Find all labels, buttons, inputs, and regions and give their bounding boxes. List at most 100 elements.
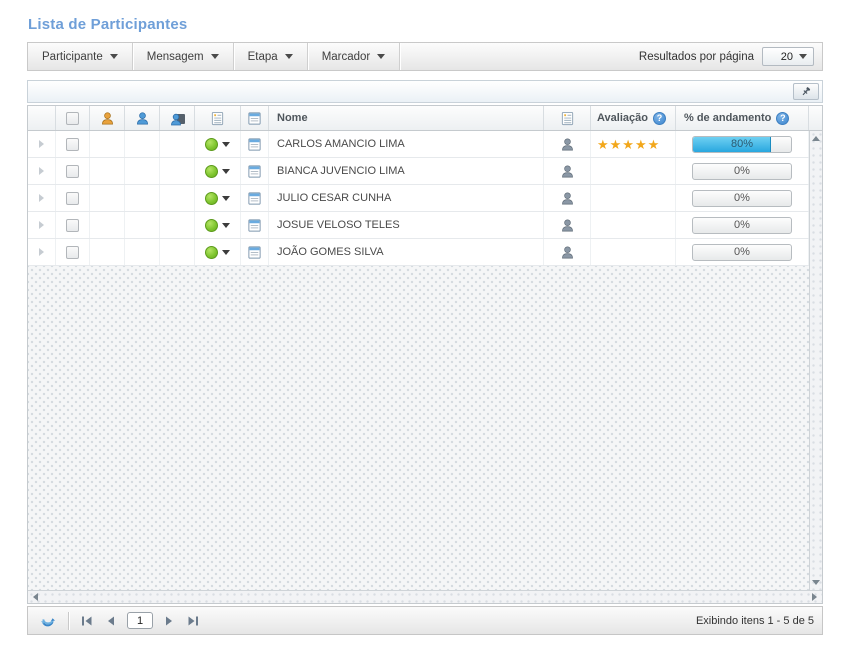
mensagem-menu-button[interactable]: Mensagem xyxy=(133,43,234,70)
chevron-down-icon xyxy=(222,250,230,255)
rows-area: CARLOS AMANCIO LIMA ★★★★★ 80% BIANCA JUV… xyxy=(28,131,809,590)
chevron-down-icon xyxy=(211,54,219,59)
refresh-icon xyxy=(40,613,56,629)
green-status-icon xyxy=(205,138,218,151)
last-page-button[interactable] xyxy=(181,607,205,634)
filter-bar xyxy=(27,80,823,103)
participant-row[interactable]: CARLOS AMANCIO LIMA ★★★★★ 80% xyxy=(28,131,809,158)
toolbar-menus: Participante Mensagem Etapa Marcador xyxy=(28,43,400,70)
progress-label: 0% xyxy=(693,245,791,260)
column-header-student[interactable] xyxy=(125,106,160,130)
user-report-icon[interactable] xyxy=(560,137,575,152)
status-dropdown[interactable] xyxy=(205,192,230,205)
participant-name: BIANCA JUVENCIO LIMA xyxy=(277,165,405,177)
progress-label: 80% xyxy=(693,137,791,152)
column-header-form[interactable] xyxy=(241,106,269,130)
page-size-select[interactable]: 20 xyxy=(762,47,814,66)
profile-window-icon[interactable] xyxy=(247,245,262,260)
etapa-menu-button[interactable]: Etapa xyxy=(234,43,308,70)
row-checkbox[interactable] xyxy=(66,138,79,151)
row-expander-icon[interactable] xyxy=(39,194,44,202)
participant-name: JULIO CESAR CUNHA xyxy=(277,192,391,204)
column-header-nome[interactable]: Nome xyxy=(269,106,544,130)
help-icon[interactable]: ? xyxy=(776,112,789,125)
select-all-checkbox[interactable] xyxy=(66,112,79,125)
participants-grid: Nome Avaliação ? % de andamento ? xyxy=(27,105,823,604)
chevron-down-icon xyxy=(377,54,385,59)
status-dropdown[interactable] xyxy=(205,165,230,178)
chevron-down-icon xyxy=(222,196,230,201)
row-expander-icon[interactable] xyxy=(39,140,44,148)
user-monitor-icon xyxy=(170,111,185,126)
pushpin-icon xyxy=(800,84,812,99)
profile-window-icon[interactable] xyxy=(247,191,262,206)
pin-button[interactable] xyxy=(793,83,819,100)
first-page-button[interactable] xyxy=(75,607,99,634)
profile-window-icon[interactable] xyxy=(247,164,262,179)
participant-row[interactable]: BIANCA JUVENCIO LIMA 0% xyxy=(28,158,809,185)
scroll-up-icon[interactable] xyxy=(812,136,820,141)
task-list-icon xyxy=(210,111,225,126)
column-header-andamento[interactable]: % de andamento ? xyxy=(676,106,809,130)
report-list-icon xyxy=(560,111,575,126)
vertical-scrollbar[interactable] xyxy=(809,131,822,590)
status-dropdown[interactable] xyxy=(205,219,230,232)
grid-body: CARLOS AMANCIO LIMA ★★★★★ 80% BIANCA JUV… xyxy=(28,131,822,590)
separator xyxy=(68,612,69,630)
prev-page-icon xyxy=(105,616,117,626)
refresh-button[interactable] xyxy=(34,607,62,634)
profile-window-icon[interactable] xyxy=(247,137,262,152)
marcador-menu-button[interactable]: Marcador xyxy=(308,43,401,70)
column-header-tutor[interactable] xyxy=(90,106,125,130)
progress-bar: 0% xyxy=(692,217,792,234)
page-size-label: Resultados por página xyxy=(639,51,754,63)
column-header-avaliacao[interactable]: Avaliação ? xyxy=(591,106,676,130)
avaliacao-header-label: Avaliação xyxy=(597,112,648,124)
toolbar: Participante Mensagem Etapa Marcador Res… xyxy=(27,42,823,71)
select-all-header xyxy=(56,106,90,130)
marcador-menu-label: Marcador xyxy=(322,51,371,63)
row-checkbox[interactable] xyxy=(66,165,79,178)
status-dropdown[interactable] xyxy=(205,246,230,259)
participant-row[interactable]: JULIO CESAR CUNHA 0% xyxy=(28,185,809,212)
etapa-menu-label: Etapa xyxy=(248,51,278,63)
mensagem-menu-label: Mensagem xyxy=(147,51,204,63)
scroll-left-icon[interactable] xyxy=(33,593,38,601)
status-dropdown[interactable] xyxy=(205,138,230,151)
andamento-header-label: % de andamento xyxy=(684,112,771,124)
help-icon[interactable]: ? xyxy=(653,112,666,125)
chevron-down-icon xyxy=(222,169,230,174)
user-report-icon[interactable] xyxy=(560,164,575,179)
progress-bar: 0% xyxy=(692,244,792,261)
scroll-right-icon[interactable] xyxy=(812,593,817,601)
row-expander-icon[interactable] xyxy=(39,248,44,256)
user-report-icon[interactable] xyxy=(560,191,575,206)
row-checkbox[interactable] xyxy=(66,246,79,259)
participant-row[interactable]: JOÃO GOMES SILVA 0% xyxy=(28,239,809,266)
row-expander-icon[interactable] xyxy=(39,221,44,229)
column-header-report[interactable] xyxy=(544,106,591,130)
next-page-button[interactable] xyxy=(157,607,181,634)
prev-page-button[interactable] xyxy=(99,607,123,634)
column-header-user-monitor[interactable] xyxy=(160,106,195,130)
participant-name: JOÃO GOMES SILVA xyxy=(277,246,384,258)
row-checkbox[interactable] xyxy=(66,192,79,205)
row-checkbox[interactable] xyxy=(66,219,79,232)
participant-row[interactable]: JOSUE VELOSO TELES 0% xyxy=(28,212,809,239)
profile-window-icon[interactable] xyxy=(247,218,262,233)
user-report-icon[interactable] xyxy=(560,218,575,233)
next-page-icon xyxy=(163,616,175,626)
scroll-down-icon[interactable] xyxy=(812,580,820,585)
horizontal-scrollbar[interactable] xyxy=(28,590,822,603)
progress-label: 0% xyxy=(693,218,791,233)
progress-label: 0% xyxy=(693,164,791,179)
user-report-icon[interactable] xyxy=(560,245,575,260)
grid-header: Nome Avaliação ? % de andamento ? xyxy=(28,106,822,131)
progress-label: 0% xyxy=(693,191,791,206)
column-header-status[interactable] xyxy=(195,106,241,130)
page-number-input[interactable]: 1 xyxy=(127,612,153,629)
green-status-icon xyxy=(205,246,218,259)
row-expander-icon[interactable] xyxy=(39,167,44,175)
participante-menu-button[interactable]: Participante xyxy=(28,43,133,70)
participant-name: JOSUE VELOSO TELES xyxy=(277,219,400,231)
